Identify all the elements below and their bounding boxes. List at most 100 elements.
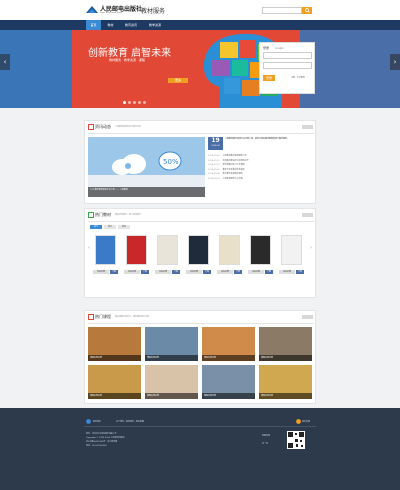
site-header: 人民邮电出版社 Posts & Telecom Press 教材服务: [0, 0, 400, 20]
nav-item-resources[interactable]: 教学资源: [144, 20, 166, 30]
register-link[interactable]: 注册 · 忘记密码: [291, 76, 305, 79]
news-icon: [88, 124, 94, 130]
banner-dot[interactable]: [133, 101, 136, 104]
book-download-button[interactable]: 下载: [141, 270, 149, 274]
book-download-button[interactable]: 下载: [110, 270, 118, 274]
footer-service: 客服热线: [262, 435, 271, 437]
percent-badge-icon: 50%: [158, 151, 182, 171]
nav-item-news[interactable]: 教育资讯: [120, 20, 142, 30]
login-title: 登录: [263, 46, 270, 50]
textbooks-more-button[interactable]: [302, 213, 313, 217]
course-card[interactable]: 课程名称示例: [202, 365, 255, 399]
book-label: 书名示例: [217, 270, 233, 274]
username-input[interactable]: [263, 52, 312, 59]
nav-item-textbooks[interactable]: 教材: [103, 20, 118, 30]
course-card[interactable]: 课程名称示例: [202, 327, 255, 361]
course-caption: 课程名称示例: [259, 355, 312, 361]
courses-more-button[interactable]: [302, 315, 313, 319]
banner-dot[interactable]: [138, 101, 141, 104]
banner-prev-arrow[interactable]: ‹: [0, 54, 10, 70]
book-card[interactable]: 书名示例 下载: [248, 235, 273, 279]
footer-line-3: 京ICP备05035396号 · 京公网安备: [86, 441, 118, 443]
footer-line-1: 地址：北京市丰台区成寿寺路11号: [86, 433, 117, 435]
hero-banner: 创新教育 启智未来 教材服务 · 教学资源 · 课程 更多 ‹ ›: [0, 30, 400, 108]
banner-left-panel: [0, 30, 72, 108]
nav-item-home[interactable]: 首页: [86, 20, 101, 30]
logo-icon: [86, 6, 98, 13]
course-card[interactable]: 课程名称示例: [259, 365, 312, 399]
course-card[interactable]: 课程名称示例: [145, 365, 198, 399]
course-card[interactable]: 课程名称示例: [88, 327, 141, 361]
news-list: 2014-09-16 人邮教育教材资源更新公告 2014-09-15 高校教材建设研…: [208, 154, 313, 181]
book-download-button[interactable]: 下载: [296, 270, 304, 274]
book-card[interactable]: 书名示例 下载: [155, 235, 180, 279]
search-input[interactable]: [262, 7, 302, 14]
news-subtitle: 人邮教育最新资讯与教学动态: [115, 126, 142, 128]
footer-contact-title[interactable]: 联系我们: [93, 420, 101, 423]
course-icon: [88, 314, 94, 320]
banner-dot[interactable]: [123, 101, 126, 104]
feedback-icon: [296, 419, 301, 424]
textbooks-title: 热门教材: [95, 212, 111, 217]
book-label: 书名示例: [279, 270, 295, 274]
book-download-button[interactable]: 下载: [265, 270, 273, 274]
books-prev-arrow[interactable]: ‹: [88, 245, 90, 251]
course-caption: 课程名称示例: [88, 355, 141, 361]
book-cover: [188, 235, 209, 265]
login-panel: 登录 /Login 登录 注册 · 忘记密码: [259, 42, 315, 94]
news-date-badge: 19 2014-09: [208, 137, 223, 150]
svg-text:50%: 50%: [163, 158, 179, 166]
logo-subtitle: Posts & Telecom Press: [100, 12, 123, 14]
news-image-caption: TOP 教师课程资源平台上线 —— 人邮教育: [88, 187, 205, 197]
search-icon: [305, 8, 310, 13]
course-caption: 课程名称示例: [202, 355, 255, 361]
book-download-button[interactable]: 下载: [172, 270, 180, 274]
course-card[interactable]: 课程名称示例: [259, 327, 312, 361]
news-lead[interactable]: 人邮教育教学资源平台全新上线，提供丰富的教材配套资源与教学服务。: [225, 138, 313, 141]
book-label: 书名示例: [124, 270, 140, 274]
book-card[interactable]: 书名示例 下载: [217, 235, 242, 279]
banner-more-button[interactable]: 更多: [168, 78, 188, 83]
course-caption: 课程名称示例: [145, 393, 198, 399]
news-date-day: 19: [211, 137, 220, 144]
contact-icon: [86, 419, 91, 424]
tab-hot[interactable]: 热门: [90, 225, 102, 229]
tab-recommended[interactable]: 推荐: [118, 225, 130, 229]
book-cover: [250, 235, 271, 265]
site-name: 教材服务: [141, 8, 166, 15]
qr-code-icon: [287, 431, 305, 449]
banner-dot[interactable]: [143, 101, 146, 104]
news-more-button[interactable]: [302, 125, 313, 129]
books-next-arrow[interactable]: ›: [310, 245, 312, 251]
footer-links[interactable]: 关于我们 | 联系我们 | 网站地图: [116, 420, 144, 423]
news-title: 资讯动态: [95, 124, 111, 129]
divider: [88, 323, 314, 324]
course-card[interactable]: 课程名称示例: [88, 365, 141, 399]
book-card[interactable]: 书名示例 下载: [93, 235, 118, 279]
banner-next-arrow[interactable]: ›: [390, 54, 400, 70]
course-caption: 课程名称示例: [259, 393, 312, 399]
search-button[interactable]: [302, 7, 312, 14]
book-cover: [157, 235, 178, 265]
book-label: 书名示例: [155, 270, 171, 274]
book-label: 书名示例: [248, 270, 264, 274]
news-item[interactable]: 2014-09-05 人邮教育服务中心开通: [208, 177, 313, 182]
footer-feedback[interactable]: 意见反馈: [302, 420, 310, 423]
book-download-button[interactable]: 下载: [234, 270, 242, 274]
book-cover: [126, 235, 147, 265]
password-input[interactable]: [263, 62, 312, 69]
book-download-button[interactable]: 下载: [203, 270, 211, 274]
main-nav: 首页 教材 教育资讯 教学资源: [0, 20, 400, 30]
divider: [88, 133, 314, 134]
divider: [88, 221, 314, 222]
course-card[interactable]: 课程名称示例: [145, 327, 198, 361]
book-card[interactable]: 书名示例 下载: [124, 235, 149, 279]
book-card[interactable]: 书名示例 下载: [279, 235, 304, 279]
banner-dot[interactable]: [128, 101, 131, 104]
tab-new[interactable]: 新书: [104, 225, 116, 229]
login-button[interactable]: 登录: [263, 75, 275, 81]
login-hint: /Login: [275, 46, 285, 50]
book-card[interactable]: 书名示例 下载: [186, 235, 211, 279]
footer-line-4: 电话：010-81055256: [86, 445, 107, 447]
course-caption: 课程名称示例: [145, 355, 198, 361]
